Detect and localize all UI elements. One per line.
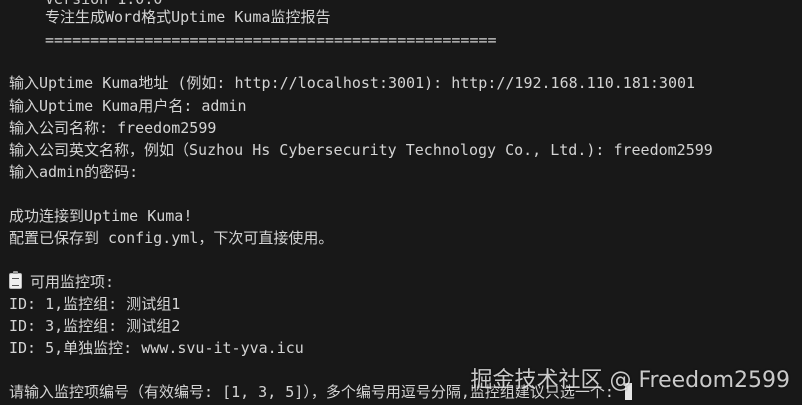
- monitor-list-item: ID: 1,监控组: 测试组1: [9, 295, 181, 313]
- company-prompt-line: 输入公司名称: freedom2599: [9, 117, 216, 139]
- company-prompt-label: 输入公司名称:: [9, 119, 118, 137]
- app-subtitle: 专注生成Word格式Uptime Kuma监控报告: [45, 8, 331, 26]
- terminal-window[interactable]: Version 1.0.0 专注生成Word格式Uptime Kuma监控报告 …: [0, 0, 802, 405]
- connect-success-message: 成功连接到Uptime Kuma!: [9, 207, 193, 225]
- username-input-value: admin: [201, 97, 247, 115]
- config-saved-message: 配置已保存到 config.yml，下次可直接使用。: [9, 229, 334, 247]
- monitor-list-item: ID: 3,监控组: 测试组2: [9, 317, 181, 335]
- url-prompt-line: 输入Uptime Kuma地址 (例如: http://localhost:30…: [9, 72, 695, 94]
- divider-line: ========================================…: [45, 31, 497, 49]
- company-input-value: freedom2599: [117, 119, 217, 137]
- username-prompt-line: 输入Uptime Kuma用户名: admin: [9, 95, 247, 117]
- monitor-list-item: ID: 5,单独监控: www.svu-it-yva.icu: [9, 339, 304, 357]
- url-prompt-label: 输入Uptime Kuma地址 (例如: http://localhost:30…: [9, 74, 452, 92]
- watermark: 掘金技术社区 @ Freedom2599: [470, 368, 790, 393]
- url-input-value: http://192.168.110.181:3001: [451, 74, 696, 92]
- company-en-prompt-label: 输入公司英文名称，例如（Suzhou Hs Cybersecurity Tech…: [9, 141, 614, 159]
- clipboard-icon: [9, 271, 22, 289]
- company-en-prompt-line: 输入公司英文名称，例如（Suzhou Hs Cybersecurity Tech…: [9, 139, 713, 161]
- monitors-heading: 可用监控项:: [30, 273, 115, 291]
- password-prompt: 输入admin的密码:: [9, 163, 139, 181]
- monitors-heading-line: 可用监控项:: [9, 271, 114, 293]
- username-prompt-label: 输入Uptime Kuma用户名:: [9, 97, 202, 115]
- company-en-input-value: freedom2599: [613, 141, 713, 159]
